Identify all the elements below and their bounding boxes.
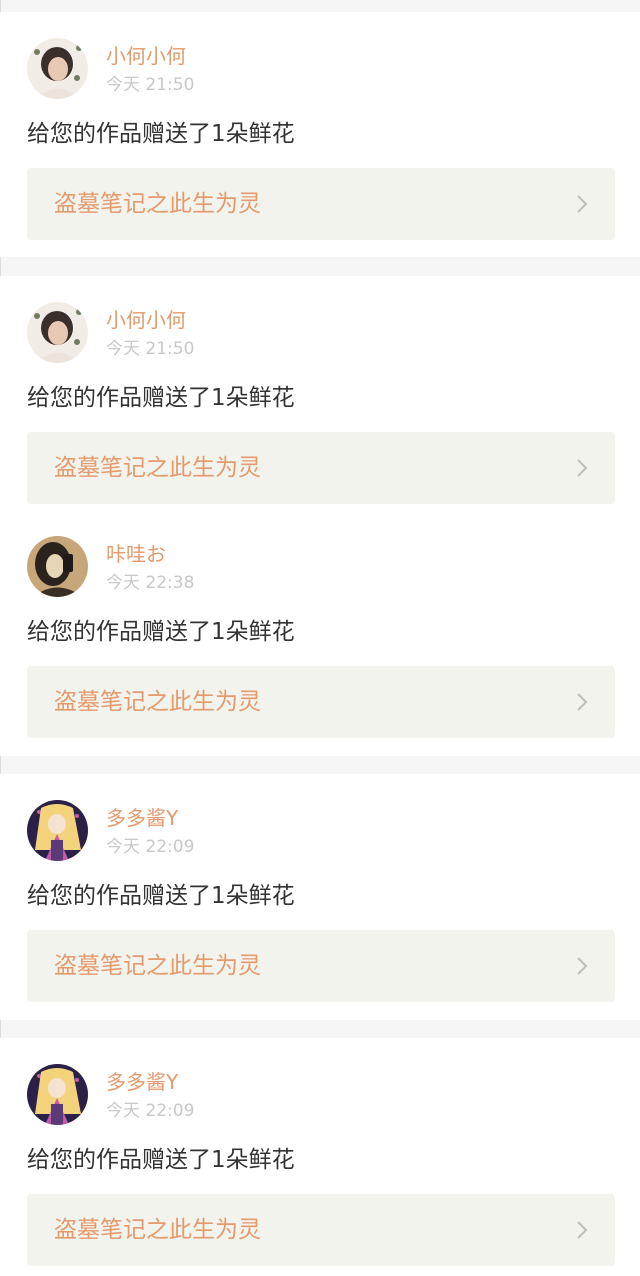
chevron-right-icon <box>577 459 588 477</box>
notification-card: 多多酱Y 今天 22:09 给您的作品赠送了1朵鲜花 盗墓笔记之此生为灵 <box>0 1038 640 1276</box>
timestamp: 今天 22:09 <box>106 837 195 857</box>
work-title: 盗墓笔记之此生为灵 <box>54 689 261 715</box>
avatar-anime-girl-icon <box>27 1064 88 1125</box>
notification-card: 多多酱Y 今天 22:09 给您的作品赠送了1朵鲜花 盗墓笔记之此生为灵 <box>0 774 640 1020</box>
work-link[interactable]: 盗墓笔记之此生为灵 <box>27 666 615 738</box>
user-avatar[interactable] <box>27 800 88 861</box>
notification-card: 小何小何 今天 21:50 给您的作品赠送了1朵鲜花 盗墓笔记之此生为灵 <box>0 12 640 257</box>
user-avatar[interactable] <box>27 302 88 363</box>
work-title: 盗墓笔记之此生为灵 <box>54 1217 261 1243</box>
work-title: 盗墓笔记之此生为灵 <box>54 953 261 979</box>
username[interactable]: 咔哇お <box>106 542 166 566</box>
work-title: 盗墓笔记之此生为灵 <box>54 191 261 217</box>
work-link[interactable]: 盗墓笔记之此生为灵 <box>27 432 615 504</box>
user-avatar[interactable] <box>27 536 88 597</box>
username[interactable]: 多多酱Y <box>106 806 178 830</box>
notification-feed: 小何小何 今天 21:50 给您的作品赠送了1朵鲜花 盗墓笔记之此生为灵 小何小… <box>0 0 640 1276</box>
work-title: 盗墓笔记之此生为灵 <box>54 455 261 481</box>
timestamp: 今天 22:09 <box>106 1101 195 1121</box>
chevron-right-icon <box>577 195 588 213</box>
avatar-girl-portrait-icon <box>27 38 88 99</box>
timestamp: 今天 21:50 <box>106 75 195 95</box>
chevron-right-icon <box>577 693 588 711</box>
gift-message: 给您的作品赠送了1朵鲜花 <box>27 619 295 645</box>
chevron-right-icon <box>577 1221 588 1239</box>
avatar-girl-portrait-icon <box>27 302 88 363</box>
avatar-anime-girl-icon <box>27 800 88 861</box>
gift-message: 给您的作品赠送了1朵鲜花 <box>27 385 295 411</box>
gift-message: 给您的作品赠送了1朵鲜花 <box>27 883 295 909</box>
gift-message: 给您的作品赠送了1朵鲜花 <box>27 1147 295 1173</box>
username[interactable]: 多多酱Y <box>106 1070 178 1094</box>
username[interactable]: 小何小何 <box>106 44 186 68</box>
username[interactable]: 小何小何 <box>106 308 186 332</box>
user-avatar[interactable] <box>27 1064 88 1125</box>
notification-card: 小何小何 今天 21:50 给您的作品赠送了1朵鲜花 盗墓笔记之此生为灵 咔哇お… <box>0 276 640 756</box>
avatar-girl-selfie-icon <box>27 536 88 597</box>
chevron-right-icon <box>577 957 588 975</box>
timestamp: 今天 22:38 <box>106 573 195 593</box>
timestamp: 今天 21:50 <box>106 339 195 359</box>
work-link[interactable]: 盗墓笔记之此生为灵 <box>27 168 615 240</box>
work-link[interactable]: 盗墓笔记之此生为灵 <box>27 930 615 1002</box>
gift-message: 给您的作品赠送了1朵鲜花 <box>27 121 295 147</box>
user-avatar[interactable] <box>27 38 88 99</box>
work-link[interactable]: 盗墓笔记之此生为灵 <box>27 1194 615 1266</box>
